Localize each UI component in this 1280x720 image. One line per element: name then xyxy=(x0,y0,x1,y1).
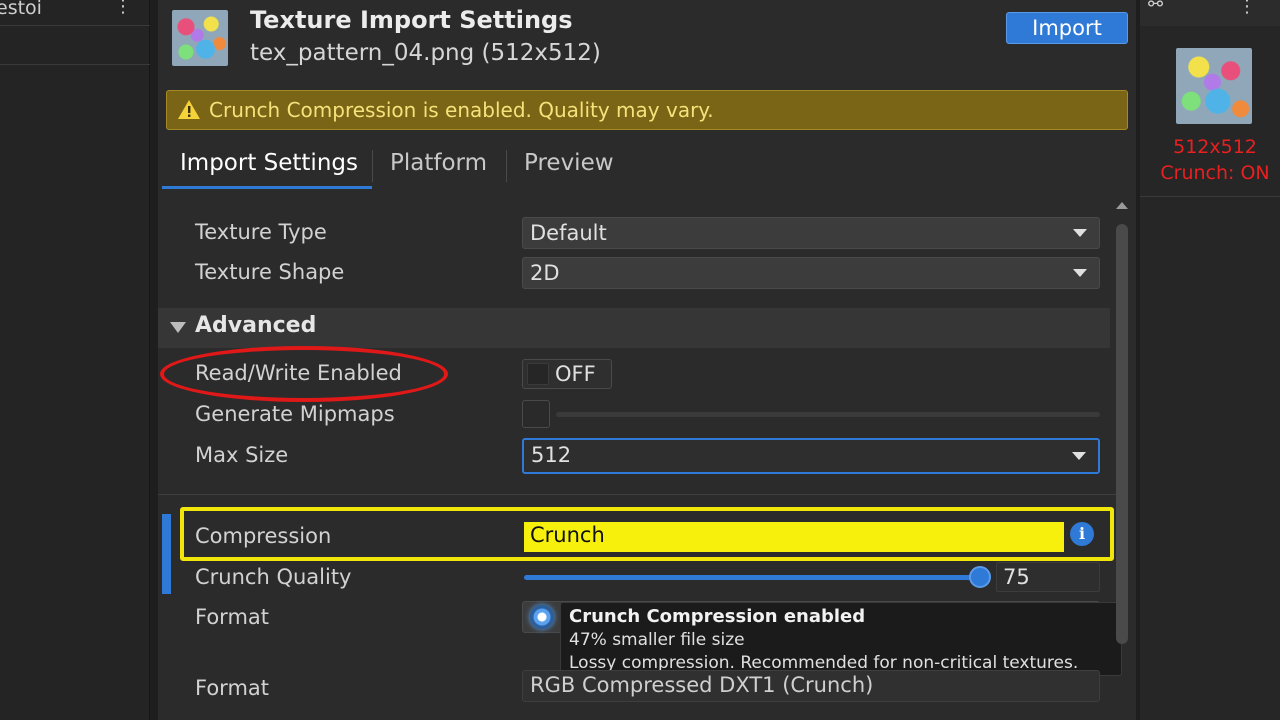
format-radio[interactable] xyxy=(530,605,554,629)
collapse-triangle-icon[interactable] xyxy=(170,322,186,333)
import-settings-panel: Texture Import Settings tex_pattern_04.p… xyxy=(158,0,1136,720)
tab-bar: Import Settings Platform Preview xyxy=(158,142,1136,192)
kebab-icon[interactable]: ⋮ xyxy=(1238,0,1256,17)
preview-crunch-status: Crunch: ON xyxy=(1160,162,1270,184)
advanced-section-header[interactable]: Advanced xyxy=(158,308,1110,348)
tooltip-line-1: 47% smaller file size xyxy=(569,630,745,650)
preview-panel: ⚯ ⋮ 512x512 Crunch: ON xyxy=(1140,0,1280,720)
preview-thumbnail xyxy=(1176,48,1252,124)
format-2-value: RGB Compressed DXT1 (Crunch) xyxy=(530,673,874,697)
divider xyxy=(0,64,150,65)
crunch-quality-slider-handle[interactable] xyxy=(969,566,991,588)
texture-shape-dropdown[interactable]: 2D xyxy=(522,257,1100,289)
compression-value: Crunch xyxy=(530,523,605,547)
tab-import-settings[interactable]: Import Settings xyxy=(180,150,358,176)
divider xyxy=(158,494,1116,495)
red-annotation-ellipse xyxy=(160,346,448,402)
texture-shape-label: Texture Shape xyxy=(195,260,345,284)
warning-icon xyxy=(178,100,200,119)
texture-shape-value: 2D xyxy=(530,261,560,285)
tooltip-title: Crunch Compression enabled xyxy=(569,606,866,627)
compression-dropdown[interactable]: Crunch xyxy=(524,522,1064,552)
texture-type-label: Texture Type xyxy=(195,220,327,244)
crunch-quality-slider-track[interactable] xyxy=(524,575,980,580)
format-label: Format xyxy=(195,605,270,629)
left-panel: estoi ⋮ xyxy=(0,0,150,720)
file-name: tex_pattern_04.png (512x512) xyxy=(250,40,601,66)
compression-label: Compression xyxy=(195,524,332,548)
crunch-quality-value: 75 xyxy=(1003,565,1030,589)
preview-size-text: 512x512 xyxy=(1173,136,1257,158)
link-icon[interactable]: ⚯ xyxy=(1148,0,1163,15)
max-size-value: 512 xyxy=(531,443,572,467)
advanced-label: Advanced xyxy=(195,313,317,338)
crunch-quality-label: Crunch Quality xyxy=(195,565,352,589)
app-window: estoi ⋮ Texture Import Settings tex_patt… xyxy=(0,0,1280,720)
chevron-down-icon xyxy=(1073,269,1087,277)
texture-type-dropdown[interactable]: Default xyxy=(522,217,1100,249)
selection-accent-bar xyxy=(162,514,171,594)
warning-banner: Crunch Compression is enabled. Quality m… xyxy=(166,90,1128,130)
settings-content: Texture Type Default Texture Shape 2D Ad… xyxy=(158,196,1122,720)
generate-mipmaps-checkbox[interactable] xyxy=(522,400,550,428)
left-panel-tab-label: estoi xyxy=(0,0,42,19)
max-size-dropdown[interactable]: 512 xyxy=(522,438,1100,474)
scroll-up-arrow-icon[interactable] xyxy=(1116,202,1128,209)
read-write-value: OFF xyxy=(555,362,596,386)
warning-text: Crunch Compression is enabled. Quality m… xyxy=(209,98,714,122)
page-title: Texture Import Settings xyxy=(250,6,573,34)
divider xyxy=(1140,196,1280,197)
chevron-down-icon xyxy=(1073,229,1087,237)
max-size-label: Max Size xyxy=(195,443,289,467)
tab-preview[interactable]: Preview xyxy=(524,150,614,176)
tab-platform[interactable]: Platform xyxy=(390,150,487,176)
generate-mipmaps-label: Generate Mipmaps xyxy=(195,402,395,426)
import-button[interactable]: Import xyxy=(1006,12,1128,44)
crunch-quality-input[interactable]: 75 xyxy=(996,562,1100,592)
crunch-tooltip: Crunch Compression enabled 47% smaller f… xyxy=(560,602,1122,676)
texture-type-value: Default xyxy=(530,221,607,245)
vertical-scrollbar[interactable] xyxy=(1116,224,1128,644)
mipmap-disabled-track xyxy=(556,412,1100,417)
preview-panel-toolbar: ⚯ ⋮ xyxy=(1140,0,1280,26)
chevron-down-icon xyxy=(1072,452,1086,460)
texture-thumbnail xyxy=(172,10,228,66)
info-icon[interactable]: i xyxy=(1070,522,1094,546)
format-2-label: Format xyxy=(195,676,270,700)
left-panel-tab[interactable]: estoi ⋮ xyxy=(0,0,150,26)
kebab-icon[interactable]: ⋮ xyxy=(114,0,132,17)
active-tab-indicator xyxy=(162,186,372,189)
tab-separator xyxy=(506,150,507,182)
read-write-toggle[interactable]: OFF xyxy=(522,359,612,389)
format-2-field[interactable]: RGB Compressed DXT1 (Crunch) xyxy=(522,670,1100,702)
tab-separator xyxy=(372,150,373,182)
toggle-knob xyxy=(527,363,549,385)
